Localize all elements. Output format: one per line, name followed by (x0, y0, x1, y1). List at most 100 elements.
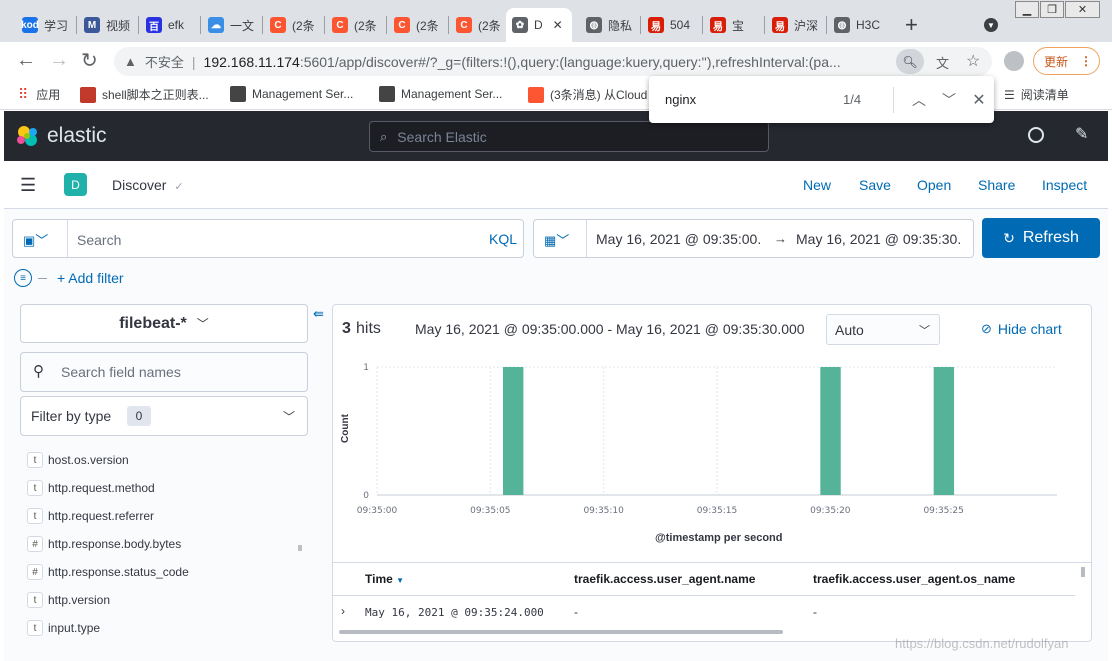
find-next-icon[interactable]: ﹀ (934, 90, 964, 110)
tab-label: (2条 (416, 18, 439, 33)
filter-by-type-button[interactable]: Filter by type 0 ﹀ (20, 396, 308, 436)
browser-tab[interactable]: C (2条 (264, 8, 320, 42)
date-end[interactable]: May 16, 2021 @ 09:35:30. (796, 231, 961, 247)
apps-bookmark[interactable]: ⠿ 应用 (18, 86, 60, 103)
field-list-item[interactable]: t http.request.method (27, 479, 155, 497)
field-search-input[interactable]: ⚲ Search field names (20, 352, 308, 392)
field-list-item[interactable]: t host.os.version (27, 451, 129, 469)
browser-tab[interactable]: C (2条 (388, 8, 444, 42)
column-header-user-agent-name[interactable]: traefik.access.user_agent.name (574, 572, 755, 586)
filter-count-badge: 0 (127, 406, 151, 426)
elastic-logo-icon[interactable] (15, 124, 39, 148)
number-type-icon: # (27, 536, 43, 552)
add-filter-link[interactable]: + Add filter (57, 270, 124, 286)
maximize-button[interactable]: ❐ (1040, 1, 1064, 18)
query-input[interactable]: Search (77, 232, 121, 248)
refresh-button[interactable]: ↻ Refresh (982, 218, 1100, 258)
close-tab-icon[interactable]: ✕ (553, 18, 563, 32)
bookmark-item[interactable]: (3条消息) 从Cloud (528, 86, 647, 103)
field-name: http.response.status_code (48, 565, 189, 579)
string-type-icon: t (27, 592, 43, 608)
calendar-icon[interactable]: ▦﹀ (544, 230, 569, 249)
sidebar-scrollbar[interactable] (298, 545, 302, 551)
chart-panel: 3 hits May 16, 2021 @ 09:35:00.000 - May… (332, 304, 1092, 642)
histogram-bar[interactable] (933, 367, 955, 495)
update-button[interactable]: 更新 ⋮ (1033, 47, 1100, 75)
browser-tab[interactable]: ◍ H3C (828, 8, 884, 42)
global-search-input[interactable]: ⌕ Search Elastic (369, 121, 769, 152)
nav-save[interactable]: Save (859, 177, 891, 193)
warning-icon: ▲ (124, 54, 137, 69)
browser-tab[interactable]: M 视频 (78, 8, 134, 42)
help-icon[interactable] (1028, 127, 1044, 143)
reload-icon[interactable]: ↻ (81, 48, 98, 73)
browser-tab[interactable]: ◍ 隐私 (580, 8, 636, 42)
index-pattern-selector[interactable]: filebeat-* ﹀ (20, 304, 308, 343)
back-icon[interactable]: ← (16, 49, 36, 72)
interval-select[interactable]: Auto ﹀ (826, 314, 940, 345)
bookmark-favicon-icon (528, 86, 544, 103)
browser-tab[interactable]: 易沪深 (766, 8, 822, 42)
menu-toggle-icon[interactable]: ☰ (20, 175, 36, 196)
url-rest: :5601/app/discover#/?_g=(filters:!(),que… (299, 53, 841, 70)
minimize-button[interactable]: ▁ (1015, 1, 1039, 18)
table-row[interactable]: › May 16, 2021 @ 09:35:24.000 - - (333, 596, 1075, 628)
bookmark-item[interactable]: Management Ser... (230, 86, 353, 102)
filter-options-icon[interactable]: ≡ (14, 269, 32, 287)
browser-tab[interactable]: C (2条 (450, 8, 506, 42)
search-icon: ⌕ (380, 128, 388, 144)
sort-desc-icon[interactable]: ▼ (396, 576, 404, 585)
expand-row-icon[interactable]: › (341, 604, 345, 618)
browser-tab[interactable]: 百 efk (140, 8, 196, 42)
nav-inspect[interactable]: Inspect (1042, 177, 1087, 193)
column-header-os-name[interactable]: traefik.access.user_agent.os_name (813, 572, 1015, 586)
hide-chart-button[interactable]: ⊘ Hide chart (981, 321, 1062, 337)
find-input[interactable]: nginx (665, 92, 835, 107)
field-list-item[interactable]: t input.type (27, 619, 100, 637)
field-list-item[interactable]: t http.request.referrer (27, 507, 154, 525)
nav-share[interactable]: Share (978, 177, 1015, 193)
column-header-time[interactable]: Time ▼ (365, 572, 404, 586)
nav-new[interactable]: New (803, 177, 831, 193)
browser-tab[interactable]: 易宝 (704, 8, 760, 42)
browser-tab[interactable]: 易 504 (642, 8, 698, 42)
zoom-icon[interactable]: 🔍︎ (896, 49, 924, 74)
reading-list[interactable]: ☰ 阅读清单 (1004, 86, 1069, 103)
date-start[interactable]: May 16, 2021 @ 09:35:00. (596, 231, 761, 247)
profile-avatar[interactable] (1004, 51, 1024, 71)
tab-favicon-icon: 易 (772, 17, 788, 33)
tab-favicon-icon: M (84, 17, 100, 33)
field-list-item[interactable]: # http.response.status_code (27, 563, 189, 581)
app-badge[interactable]: D (64, 173, 87, 196)
translate-icon[interactable]: 文 (936, 53, 949, 72)
address-bar[interactable]: ▲ 不安全 | 192.168.11.174:5601/app/discover… (114, 47, 992, 76)
kql-toggle[interactable]: KQL (489, 231, 517, 247)
new-tab-button[interactable]: + (905, 12, 918, 38)
bookmark-item[interactable]: Management Ser... (379, 86, 502, 102)
forward-icon[interactable]: → (49, 49, 69, 72)
time-range-label: May 16, 2021 @ 09:35:00.000 - May 16, 20… (415, 321, 805, 337)
find-close-icon[interactable]: ✕ (964, 90, 994, 110)
table-horizontal-scrollbar[interactable] (339, 630, 783, 634)
table-vertical-scrollbar[interactable] (1081, 567, 1085, 577)
field-list-item[interactable]: t http.version (27, 591, 110, 609)
bookmark-item[interactable]: shell脚本之正则表... (80, 86, 209, 103)
collapse-sidebar-icon[interactable]: ⇚ (313, 306, 324, 322)
saved-query-icon[interactable]: ▣﹀ (23, 230, 48, 249)
close-window-button[interactable]: ✕ (1065, 1, 1100, 18)
tab-label: 一文 (230, 18, 255, 33)
browser-tab[interactable]: ☁ 一文 (202, 8, 258, 42)
browser-tab[interactable]: C (2条 (326, 8, 382, 42)
user-menu-icon[interactable]: ✎ (1075, 124, 1088, 144)
histogram-bar[interactable] (503, 367, 524, 495)
field-list-item[interactable]: # http.response.body.bytes (27, 535, 181, 553)
browser-tab[interactable]: ✿ D ✕ (506, 8, 572, 42)
breadcrumb[interactable]: Discover ✓ (112, 177, 184, 193)
browser-tab[interactable]: kod 学习 (16, 8, 72, 42)
histogram-bar[interactable] (820, 367, 841, 495)
bookmark-star-icon[interactable]: ☆ (966, 51, 980, 71)
nav-open[interactable]: Open (917, 177, 951, 193)
date-picker: ▦﹀ May 16, 2021 @ 09:35:00. → May 16, 20… (533, 219, 974, 258)
find-prev-icon[interactable]: ︿ (904, 90, 934, 110)
tab-search-icon[interactable]: ▼ (984, 18, 998, 32)
